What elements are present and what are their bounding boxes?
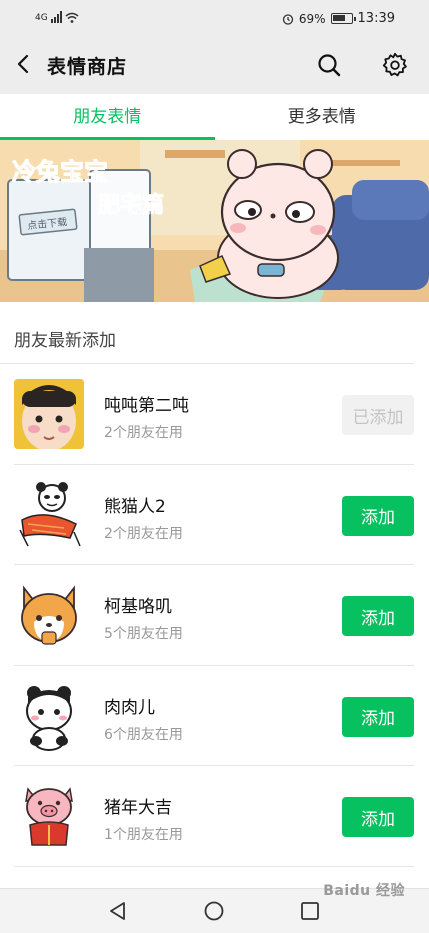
nav-home-icon[interactable] (203, 900, 225, 922)
add-button[interactable]: 添加 (342, 797, 414, 837)
sticker-name: 柯基咯叽 (104, 597, 172, 617)
back-icon[interactable] (12, 52, 36, 76)
sticker-usage: 2个朋友在用 (104, 425, 183, 441)
banner-illustration: 点击下载 冷兔宝宝 肥宅篇 (0, 140, 429, 302)
friend-stickers-list: 朋友最新添加 吨吨第二吨 2个朋友在用 已添加 熊猫人2 2个朋友在用 添加 柯… (0, 302, 429, 898)
sticker-thumbnail (14, 680, 84, 751)
signal-icon (50, 11, 62, 23)
search-icon[interactable] (315, 51, 343, 79)
phone-screen: 4G 69% 13:39 表情商店 朋友表情 更多表情 点击下载 冷兔宝宝 肥宅… (0, 0, 429, 933)
sticker-name: 猪年大吉 (104, 798, 172, 818)
promo-banner[interactable]: 点击下载 冷兔宝宝 肥宅篇 (0, 140, 429, 302)
tab-more-stickers[interactable]: 更多表情 (215, 94, 429, 140)
sticker-usage: 6个朋友在用 (104, 726, 183, 743)
sticker-usage: 5个朋友在用 (104, 626, 183, 642)
banner-subtitle: 肥宅篇 (98, 192, 164, 218)
add-button[interactable]: 添加 (342, 495, 414, 536)
list-item[interactable]: 柯基咯叽 5个朋友在用 添加 (14, 565, 414, 666)
banner-title: 冷兔宝宝 (12, 158, 108, 186)
settings-gear-icon[interactable] (381, 51, 409, 79)
sticker-thumbnail (14, 781, 84, 851)
list-item[interactable]: 吨吨第二吨 2个朋友在用 已添加 (14, 364, 414, 465)
alarm-icon (282, 13, 294, 25)
nav-recents-icon[interactable] (299, 900, 321, 922)
sticker-name: 肉肉儿 (104, 697, 155, 718)
signal-group: 4G (35, 11, 79, 23)
section-title: 朋友最新添加 (0, 302, 414, 364)
added-button: 已添加 (342, 395, 414, 435)
list-item[interactable]: 肉肉儿 6个朋友在用 添加 (14, 666, 414, 766)
page-title: 表情商店 (47, 56, 128, 78)
sticker-thumbnail (14, 479, 84, 550)
sticker-name: 吨吨第二吨 (104, 396, 189, 416)
watermark: Baidu 经验 (323, 883, 405, 899)
list-item[interactable]: 猪年大吉 1个朋友在用 添加 (14, 766, 414, 867)
sticker-name: 熊猫人2 (104, 496, 166, 517)
battery-percent: 69% (298, 11, 326, 26)
wifi-icon (65, 12, 79, 23)
carrier-label: 4G (35, 13, 48, 23)
sticker-thumbnail (14, 580, 84, 650)
clock: 13:39 (357, 11, 395, 26)
header: 表情商店 (0, 36, 429, 94)
sticker-usage: 1个朋友在用 (104, 827, 183, 843)
tab-label: 朋友表情 (73, 107, 142, 127)
sticker-usage: 2个朋友在用 (104, 525, 183, 542)
tab-friends-stickers[interactable]: 朋友表情 (0, 94, 215, 140)
nav-back-icon[interactable] (107, 900, 129, 922)
tab-bar: 朋友表情 更多表情 (0, 94, 429, 140)
add-button[interactable]: 添加 (342, 596, 414, 636)
status-bar: 4G 69% 13:39 (0, 0, 429, 36)
status-right: 69% 13:39 (282, 11, 395, 26)
sticker-thumbnail (14, 379, 84, 449)
tab-label: 更多表情 (287, 107, 356, 127)
battery-icon (330, 13, 356, 24)
add-button[interactable]: 添加 (342, 696, 414, 737)
list-item[interactable]: 熊猫人2 2个朋友在用 添加 (14, 465, 414, 565)
